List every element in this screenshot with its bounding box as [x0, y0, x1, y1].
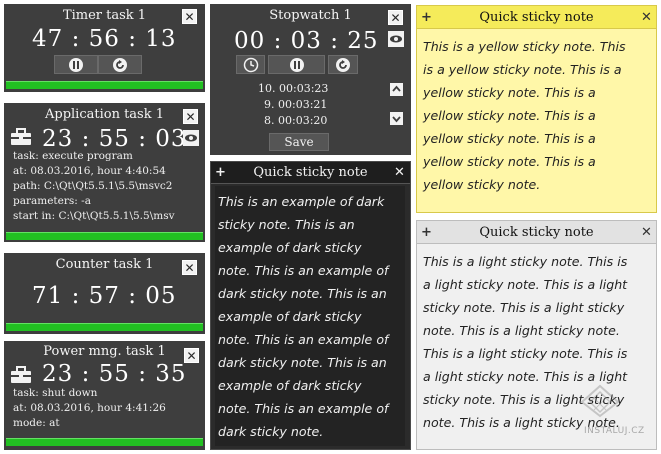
toolbox-icon	[11, 366, 31, 383]
lap-entry: 8. 00:03:20	[264, 114, 328, 127]
note-line: yellow sticky note. This is a	[423, 108, 596, 123]
close-button[interactable]: ✕	[182, 260, 197, 275]
reset-button[interactable]	[328, 55, 358, 74]
counter-task-panel: Counter task 1 ✕ 71 : 57 : 05	[4, 253, 205, 334]
at-line: at: 08.03.2016, hour 4:40:54	[13, 165, 166, 177]
counter-task-title: Counter task 1	[55, 257, 154, 272]
dark-sticky-note: + Quick sticky note ✕ This is an example…	[210, 161, 411, 450]
progress-bar	[6, 438, 203, 446]
note-line: note. This is an example of	[218, 263, 389, 278]
note-line: note. This is a light sticky note.	[423, 323, 620, 338]
application-task-title: Application task 1	[44, 107, 165, 122]
power-task-title: Power mng. task 1	[43, 344, 166, 359]
progress-bar	[6, 232, 203, 240]
note-line: is a yellow sticky note. This is a	[423, 62, 622, 77]
note-line: dark sticky note. This is an	[218, 355, 387, 370]
reset-button[interactable]	[98, 55, 142, 74]
timer-display: 23 : 55 : 03	[42, 126, 187, 152]
note-line: yellow sticky note. This is a	[423, 154, 596, 169]
eye-icon[interactable]	[183, 130, 199, 146]
stopwatch-panel: Stopwatch 1 ✕ 00 : 03 : 25 10. 00:03:23 …	[210, 4, 411, 155]
note-line: This is a light sticky note. This is	[423, 254, 628, 269]
stopwatch-title: Stopwatch 1	[269, 8, 352, 23]
clock-icon	[243, 57, 259, 73]
toolbox-icon	[11, 128, 31, 145]
close-note-button[interactable]: ✕	[641, 226, 652, 239]
pause-icon	[69, 58, 83, 72]
task-line: task: execute program	[13, 150, 133, 162]
note-line: This is a yellow sticky note. This	[423, 39, 626, 54]
start-in-line: start in: C:\Qt\Qt5.5.1\5.5\msv	[13, 210, 175, 222]
dark-sticky-title: Quick sticky note	[253, 165, 368, 180]
note-line: This is a light sticky note. This is	[423, 346, 628, 361]
watermark-text: INSTALUJ.CZ	[584, 426, 645, 436]
note-line: dark sticky note. This is an	[218, 286, 387, 301]
close-button[interactable]: ✕	[388, 10, 403, 25]
progress-bar	[6, 81, 203, 89]
note-line: dark sticky note.	[218, 424, 324, 439]
pause-icon	[290, 58, 304, 72]
scroll-up-icon[interactable]	[390, 83, 403, 96]
timer-task-title: Timer task 1	[62, 8, 147, 23]
dark-sticky-body[interactable]: This is an example of dark sticky note. …	[215, 186, 405, 446]
note-line: note. This is an example of	[218, 332, 389, 347]
yellow-sticky-note: + Quick sticky note ✕ This is a yellow s…	[416, 5, 657, 213]
close-button[interactable]: ✕	[182, 9, 197, 24]
path-line: path: C:\Qt\Qt5.5.1\5.5\msvc2	[13, 180, 173, 192]
note-line: sticky note. This is an	[218, 217, 355, 232]
lap-entry: 9. 00:03:21	[264, 98, 328, 111]
note-line: example of dark sticky	[218, 309, 362, 324]
timer-display: 23 : 55 : 35	[42, 361, 187, 387]
mode-line: mode: at	[13, 417, 60, 429]
watermark-logo-icon	[580, 384, 620, 418]
note-line: note. This is an example of	[218, 401, 389, 416]
eye-icon[interactable]	[388, 31, 404, 47]
note-line: yellow sticky note. This is a	[423, 85, 596, 100]
note-line: This is an example of dark	[218, 194, 385, 209]
note-line: sticky note. This is a light sticky	[423, 300, 625, 315]
light-sticky-title: Quick sticky note	[479, 225, 594, 240]
note-line: example of dark sticky	[218, 240, 362, 255]
yellow-sticky-title: Quick sticky note	[479, 10, 594, 25]
power-task-panel: Power mng. task 1 ✕ 23 : 55 : 35 task: s…	[4, 341, 205, 450]
timer-display: 47 : 56 : 13	[32, 26, 177, 52]
pause-button[interactable]	[268, 55, 325, 74]
note-line: yellow sticky note. This is a	[423, 131, 596, 146]
timer-display: 71 : 57 : 05	[32, 283, 177, 309]
reset-icon	[113, 58, 127, 72]
save-button[interactable]: Save	[269, 133, 329, 151]
lap-entry: 10. 00:03:23	[258, 82, 329, 95]
note-line: a light sticky note. This is a light	[423, 277, 628, 292]
close-button[interactable]: ✕	[183, 109, 198, 124]
progress-bar	[6, 323, 203, 331]
light-sticky-note: + Quick sticky note ✕ This is a light st…	[416, 220, 657, 450]
timer-task-panel: Timer task 1 ✕ 47 : 56 : 13	[4, 4, 205, 92]
close-note-button[interactable]: ✕	[394, 166, 405, 179]
task-line: task: shut down	[13, 387, 98, 399]
pause-button[interactable]	[54, 55, 98, 74]
close-note-button[interactable]: ✕	[641, 11, 652, 24]
note-line: example of dark sticky	[218, 378, 362, 393]
application-task-panel: Application task 1 ✕ 23 : 55 : 03 task: …	[4, 103, 205, 242]
lap-button[interactable]	[236, 55, 265, 74]
parameters-line: parameters: -a	[13, 195, 91, 207]
stopwatch-display: 00 : 03 : 25	[234, 28, 379, 54]
scroll-down-icon[interactable]	[390, 112, 403, 125]
at-line: at: 08.03.2016, hour 4:41:26	[13, 402, 166, 414]
reset-icon	[336, 58, 350, 72]
note-line: yellow sticky note.	[423, 177, 541, 192]
